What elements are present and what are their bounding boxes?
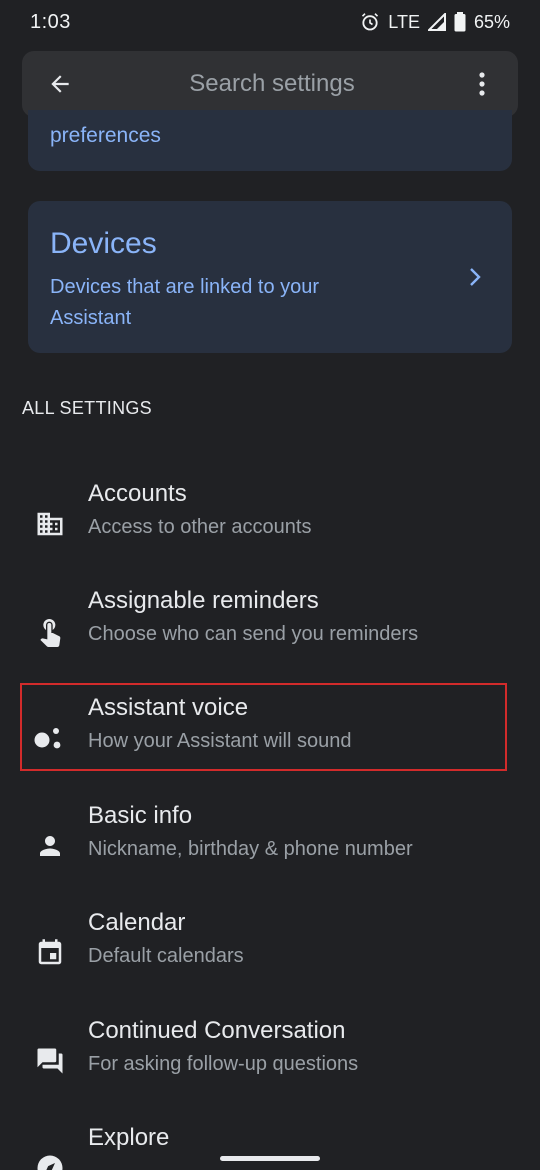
search-input[interactable]: Search settings	[98, 70, 446, 98]
setting-accounts[interactable]: Accounts Access to other accounts	[0, 480, 540, 570]
devices-title: Devices	[50, 227, 157, 260]
setting-subtitle: Choose who can send you reminders	[88, 623, 419, 645]
search-bar[interactable]: Search settings	[22, 51, 518, 117]
alarm-icon	[360, 12, 380, 32]
network-type: LTE	[388, 11, 420, 32]
touch-hand-icon	[30, 611, 70, 651]
compass-icon	[30, 1148, 70, 1170]
setting-title: Continued Conversation	[88, 1017, 346, 1044]
more-vert-icon	[479, 72, 485, 96]
status-bar: 1:03 LTE 65%	[0, 0, 540, 44]
setting-continued-conversation[interactable]: Continued Conversation For asking follow…	[0, 1017, 540, 1107]
preferences-text: preferences	[50, 124, 161, 147]
battery-percent: 65%	[473, 11, 510, 32]
setting-assignable-reminders[interactable]: Assignable reminders Choose who can send…	[0, 587, 540, 677]
chevron-right-icon	[468, 267, 482, 292]
setting-basic-info[interactable]: Basic info Nickname, birthday & phone nu…	[0, 802, 540, 892]
person-icon	[30, 826, 70, 866]
setting-calendar[interactable]: Calendar Default calendars	[0, 909, 540, 999]
setting-title: Accounts	[88, 480, 187, 507]
back-button[interactable]	[22, 51, 98, 117]
setting-subtitle: Access to other accounts	[88, 516, 312, 538]
setting-title: Calendar	[88, 909, 186, 936]
setting-title: Explore	[88, 1124, 170, 1151]
preferences-card[interactable]: preferences	[28, 110, 512, 171]
devices-card[interactable]: Devices Devices that are linked to your …	[28, 201, 512, 353]
setting-title: Basic info	[88, 802, 193, 829]
status-icons: LTE 65%	[360, 12, 510, 33]
highlight-annotation	[20, 683, 507, 771]
setting-subtitle: Default calendars	[88, 945, 244, 967]
more-options-button[interactable]	[446, 51, 518, 117]
battery-icon	[454, 12, 466, 32]
calendar-icon	[30, 933, 70, 973]
status-time: 1:03	[30, 10, 71, 33]
building-icon	[30, 504, 70, 544]
setting-explore[interactable]: Explore	[0, 1124, 540, 1170]
setting-subtitle: For asking follow-up questions	[88, 1053, 359, 1075]
setting-title: Assignable reminders	[88, 587, 319, 614]
chat-icon	[30, 1041, 70, 1081]
arrow-back-icon	[51, 75, 69, 93]
signal-icon	[427, 13, 446, 31]
setting-subtitle: Nickname, birthday & phone number	[88, 838, 413, 860]
home-indicator[interactable]	[220, 1156, 320, 1161]
devices-description: Devices that are linked to your Assistan…	[50, 276, 320, 329]
section-header: ALL SETTINGS	[22, 398, 152, 418]
